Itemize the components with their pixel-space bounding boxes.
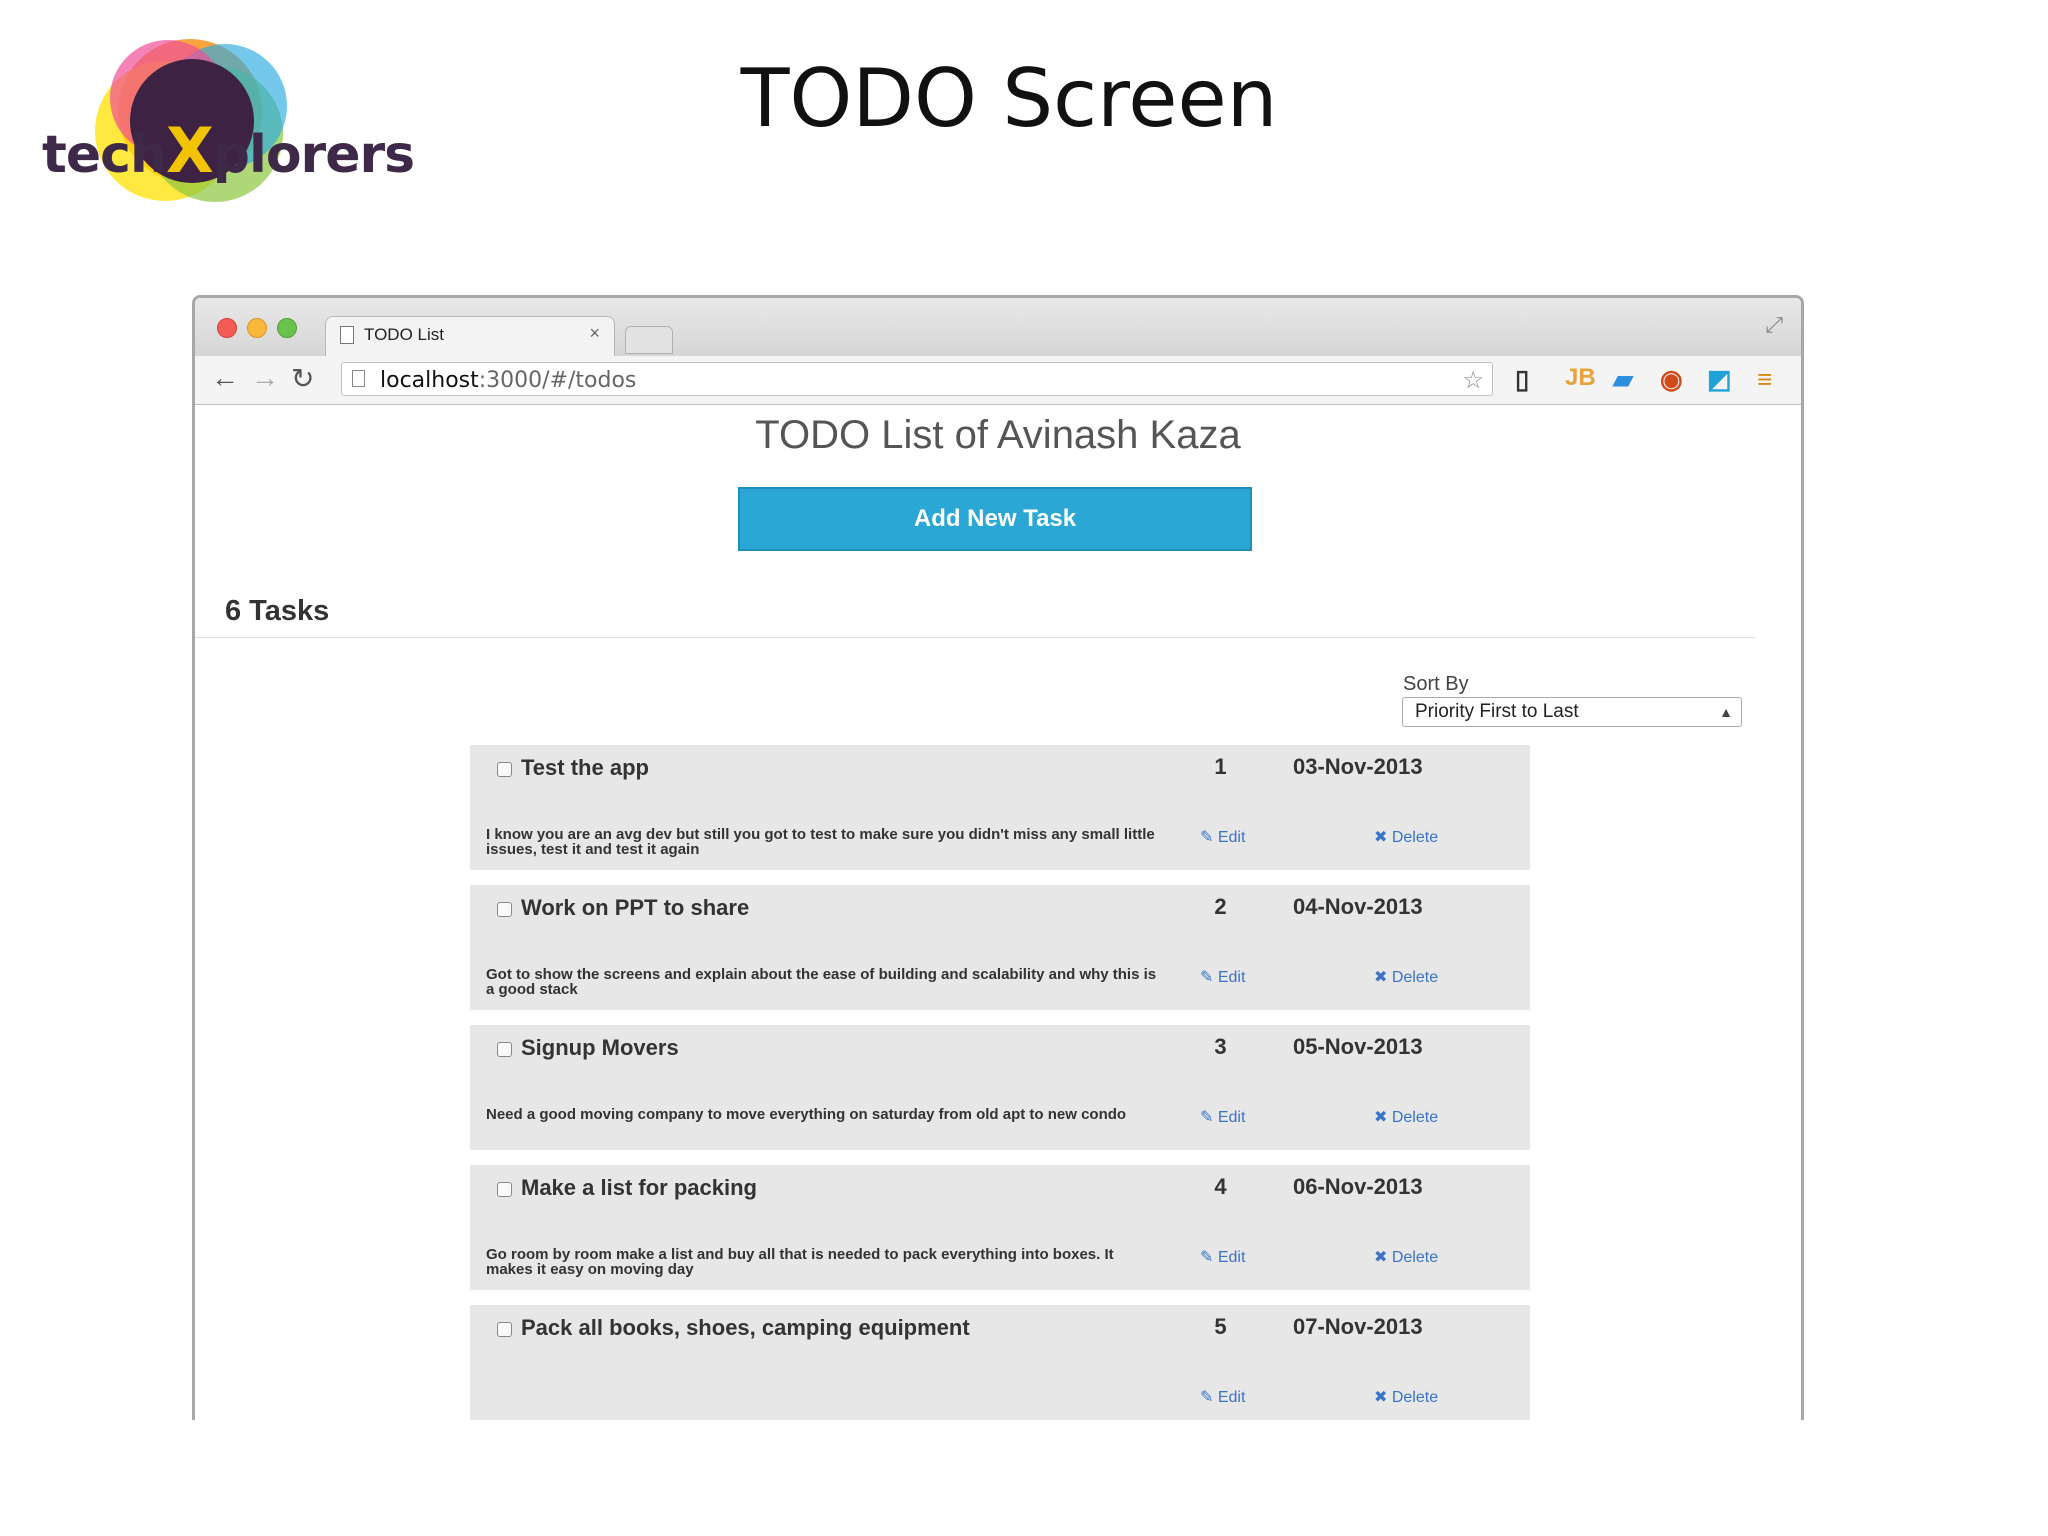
task-checkbox[interactable]: [497, 1182, 512, 1197]
task-title: Test the app: [521, 755, 649, 780]
task-row: Signup Movers 3 05-Nov-2013 Need a good …: [470, 1025, 1530, 1150]
edit-link[interactable]: ✎ Edit: [1200, 827, 1245, 847]
extension-jb-icon[interactable]: JB: [1565, 364, 1596, 392]
extension-eye-icon[interactable]: ◉: [1660, 364, 1683, 395]
task-checkbox[interactable]: [497, 902, 512, 917]
back-arrow-icon[interactable]: ←: [211, 362, 239, 394]
page-icon: [352, 370, 365, 387]
browser-titlebar: TODO List × ⤢: [195, 298, 1801, 356]
browser-tab[interactable]: TODO List ×: [325, 316, 615, 356]
task-date: 03-Nov-2013: [1266, 745, 1530, 791]
reload-icon[interactable]: ↻: [291, 362, 314, 395]
task-checkbox[interactable]: [497, 762, 512, 777]
task-checkbox[interactable]: [497, 1322, 512, 1337]
url-text: localhost:3000/#/todos: [380, 368, 637, 393]
task-edit-cell: ✎ Edit: [1178, 956, 1351, 998]
task-delete-cell: ✖ Delete: [1354, 1236, 1530, 1278]
minimize-window-button[interactable]: [247, 318, 267, 338]
task-description: Got to show the screens and explain abou…: [470, 956, 1175, 1010]
task-count-heading: 6 Tasks: [225, 595, 330, 627]
tab-title: TODO List: [364, 325, 444, 344]
fullscreen-icon[interactable]: ⤢: [1765, 312, 1783, 338]
task-row: Make a list for packing 4 06-Nov-2013 Go…: [470, 1165, 1530, 1290]
extension-square-icon[interactable]: ◩: [1707, 364, 1732, 395]
browser-window: TODO List × ⤢ ← → ↻ localhost:3000/#/tod…: [192, 295, 1804, 1420]
task-edit-cell: ✎ Edit: [1178, 1096, 1351, 1138]
task-delete-cell: ✖ Delete: [1354, 1376, 1530, 1418]
tab-close-icon[interactable]: ×: [589, 323, 600, 344]
sort-selected-value: Priority First to Last: [1415, 701, 1579, 722]
task-description: Need a good moving company to move every…: [470, 1096, 1175, 1150]
sort-select[interactable]: Priority First to Last ▲: [1402, 697, 1742, 727]
select-arrows-icon: ▲: [1719, 704, 1733, 720]
edit-link[interactable]: ✎ Edit: [1200, 1247, 1245, 1267]
page-content: TODO List of Avinash Kaza Add New Task 6…: [195, 405, 1801, 1420]
task-date: 07-Nov-2013: [1266, 1305, 1530, 1351]
task-delete-cell: ✖ Delete: [1354, 1096, 1530, 1138]
task-priority: 2: [1178, 885, 1263, 931]
delete-link[interactable]: ✖ Delete: [1374, 1107, 1438, 1127]
task-title: Signup Movers: [521, 1035, 679, 1060]
task-date: 04-Nov-2013: [1266, 885, 1530, 931]
task-priority: 1: [1178, 745, 1263, 791]
browser-menu-icon[interactable]: ≡: [1757, 364, 1772, 395]
task-list: Test the app 1 03-Nov-2013 I know you ar…: [470, 745, 1530, 1420]
new-tab-button[interactable]: [625, 326, 673, 354]
task-edit-cell: ✎ Edit: [1178, 1376, 1351, 1418]
close-window-button[interactable]: [217, 318, 237, 338]
address-bar[interactable]: localhost:3000/#/todos ☆: [341, 362, 1493, 396]
task-title: Work on PPT to share: [521, 895, 750, 920]
extension-device-icon[interactable]: ▯: [1515, 364, 1529, 395]
task-title: Pack all books, shoes, camping equipment: [521, 1315, 970, 1340]
edit-link[interactable]: ✎ Edit: [1200, 1107, 1245, 1127]
task-priority: 5: [1178, 1305, 1263, 1351]
task-edit-cell: ✎ Edit: [1178, 1236, 1351, 1278]
zoom-window-button[interactable]: [277, 318, 297, 338]
task-description: Go room by room make a list and buy all …: [470, 1236, 1175, 1290]
task-delete-cell: ✖ Delete: [1354, 956, 1530, 998]
edit-link[interactable]: ✎ Edit: [1200, 967, 1245, 987]
task-row: Work on PPT to share 2 04-Nov-2013 Got t…: [470, 885, 1530, 1010]
task-priority: 3: [1178, 1025, 1263, 1071]
browser-toolbar: ← → ↻ localhost:3000/#/todos ☆ ▯ JB ▰ ◉ …: [195, 356, 1801, 405]
edit-link[interactable]: ✎ Edit: [1200, 1387, 1245, 1407]
task-row: Test the app 1 03-Nov-2013 I know you ar…: [470, 745, 1530, 870]
delete-link[interactable]: ✖ Delete: [1374, 827, 1438, 847]
divider: [195, 637, 1755, 638]
delete-link[interactable]: ✖ Delete: [1374, 1247, 1438, 1267]
task-date: 05-Nov-2013: [1266, 1025, 1530, 1071]
forward-arrow-icon[interactable]: →: [251, 362, 279, 394]
task-date: 06-Nov-2013: [1266, 1165, 1530, 1211]
add-new-task-button[interactable]: Add New Task: [738, 487, 1252, 551]
extension-blue-icon[interactable]: ▰: [1613, 364, 1633, 395]
task-title: Make a list for packing: [521, 1175, 757, 1200]
task-title-cell: Work on PPT to share: [470, 885, 1175, 953]
page-icon: [340, 326, 354, 344]
delete-link[interactable]: ✖ Delete: [1374, 1387, 1438, 1407]
task-title-cell: Test the app: [470, 745, 1175, 813]
task-title-cell: Signup Movers: [470, 1025, 1175, 1093]
sort-label: Sort By: [1403, 673, 1469, 695]
page-title: TODO List of Avinash Kaza: [755, 413, 1241, 457]
task-title-cell: Pack all books, shoes, camping equipment: [470, 1305, 1175, 1373]
task-title-cell: Make a list for packing: [470, 1165, 1175, 1233]
task-checkbox[interactable]: [497, 1042, 512, 1057]
task-delete-cell: ✖ Delete: [1354, 816, 1530, 858]
task-row: Pack all books, shoes, camping equipment…: [470, 1305, 1530, 1420]
bookmark-star-icon[interactable]: ☆: [1462, 366, 1484, 395]
task-edit-cell: ✎ Edit: [1178, 816, 1351, 858]
task-description: [470, 1376, 1175, 1420]
task-priority: 4: [1178, 1165, 1263, 1211]
slide-title: TODO Screen: [740, 52, 1278, 145]
task-description: I know you are an avg dev but still you …: [470, 816, 1175, 870]
delete-link[interactable]: ✖ Delete: [1374, 967, 1438, 987]
